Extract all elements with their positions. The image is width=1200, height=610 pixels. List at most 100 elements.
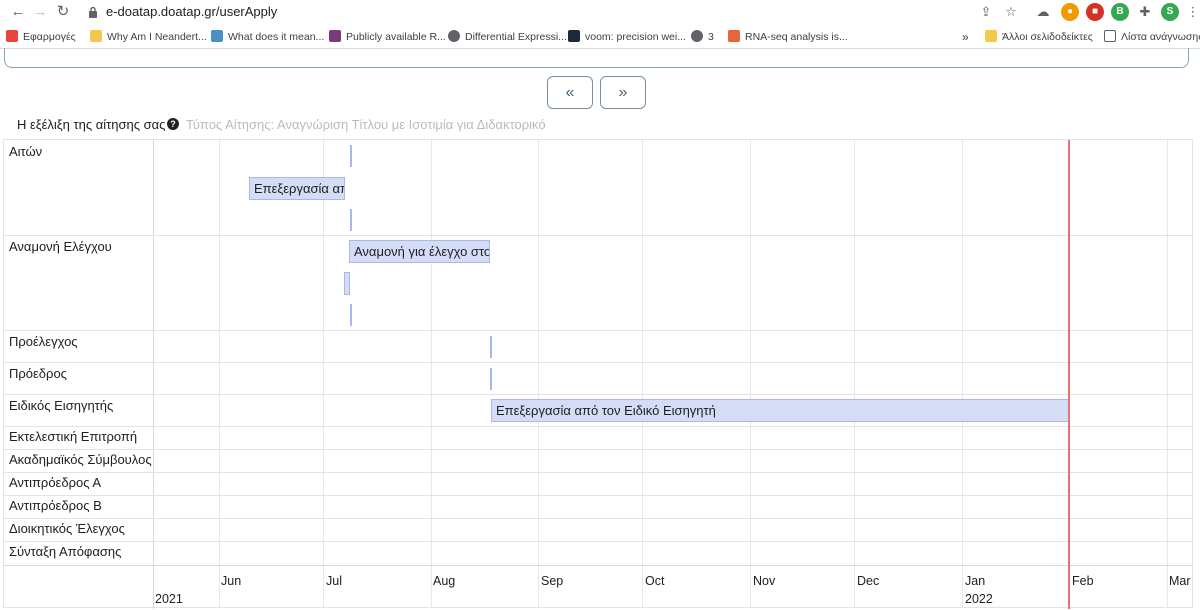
bookmark-item[interactable]: 3 xyxy=(691,29,714,45)
month-gridline xyxy=(431,140,432,609)
forward-icon[interactable]: → xyxy=(30,2,50,22)
month-label: Feb xyxy=(1072,574,1094,588)
row-label-administrative-check: Διοικητικός Έλεγχος xyxy=(9,521,125,536)
month-gridline xyxy=(219,140,220,609)
reading-list[interactable]: Λίστα ανάγνωσης xyxy=(1104,29,1200,45)
bookmark-item[interactable]: RNA-seq analysis is... xyxy=(728,29,848,45)
back-icon[interactable]: ← xyxy=(8,2,28,22)
month-label: Jun xyxy=(221,574,242,588)
reload-icon[interactable]: ↻ xyxy=(53,2,73,22)
share-icon[interactable]: ⇪ xyxy=(977,3,995,21)
profile-avatar[interactable]: S xyxy=(1161,3,1179,21)
month-label: Jul xyxy=(326,574,342,588)
month-label: Mar xyxy=(1169,574,1191,588)
apps-grid-icon xyxy=(6,30,18,42)
event-marker[interactable] xyxy=(344,272,350,295)
month-label: Dec xyxy=(857,574,880,588)
row-label-executive-committee: Εκτελεστική Επιτροπή xyxy=(9,429,138,444)
bookmark-item[interactable]: voom: precision wei... xyxy=(568,29,686,45)
month-gridline xyxy=(323,140,324,609)
f-icon xyxy=(728,30,740,42)
folder-icon xyxy=(985,30,997,42)
row-divider xyxy=(4,330,1192,331)
extension-bplus-icon[interactable]: B xyxy=(1111,3,1129,21)
axis-divider xyxy=(4,565,1192,566)
lock-icon[interactable] xyxy=(88,6,98,18)
bookmark-apps[interactable]: Εφαρμογές xyxy=(6,29,76,45)
row-divider xyxy=(4,495,1192,496)
row-divider xyxy=(4,235,1192,236)
row-divider xyxy=(4,449,1192,450)
month-gridline xyxy=(538,140,539,609)
row-divider xyxy=(4,541,1192,542)
month-gridline xyxy=(750,140,751,609)
row-label-precheck: Προέλεγχος xyxy=(9,334,78,349)
month-gridline xyxy=(1167,140,1168,609)
globe-icon xyxy=(691,30,703,42)
bookmark-item[interactable]: Why Am I Neandert... xyxy=(90,29,207,45)
timeline-header: Η εξέλιξη της αίτησης σας ? Τύπος Αίτηση… xyxy=(3,111,1193,139)
globe-icon xyxy=(448,30,460,42)
menu-kebab-icon[interactable]: ⋮ xyxy=(1184,3,1200,21)
bookmarks-bar: Εφαρμογές Why Am I Neandert... What does… xyxy=(0,25,1200,49)
row-divider xyxy=(4,472,1192,473)
timeline-panel: Η εξέλιξη της αίτησης σας ? Τύπος Αίτηση… xyxy=(3,111,1193,609)
bookmark-item[interactable]: What does it mean... xyxy=(211,29,324,45)
row-label-waiting-check: Αναμονή Ελέγχου xyxy=(9,239,112,254)
event-marker[interactable] xyxy=(350,209,352,231)
application-card xyxy=(4,48,1189,68)
row-divider xyxy=(4,394,1192,395)
month-gridline xyxy=(854,140,855,609)
timeline-bar-waiting-check[interactable]: Αναμονή για έλεγχο στο xyxy=(349,240,490,263)
row-label-president: Πρόεδρος xyxy=(9,366,67,381)
month-label: Nov xyxy=(753,574,776,588)
b-icon xyxy=(329,30,341,42)
extension-rss-icon[interactable]: ● xyxy=(1061,3,1079,21)
extensions-puzzle-icon[interactable]: ✚ xyxy=(1136,3,1154,21)
next-button[interactable]: » xyxy=(600,76,646,109)
event-marker[interactable] xyxy=(350,145,352,167)
wave-icon xyxy=(211,30,223,42)
other-bookmarks[interactable]: Άλλοι σελιδοδείκτες xyxy=(985,29,1093,45)
month-gridline xyxy=(962,140,963,609)
timeline-bar-special-rapporteur[interactable]: Επεξεργασία από τον Ειδικό Εισηγητή xyxy=(491,399,1069,422)
triangle-icon xyxy=(568,30,580,42)
month-label: Aug xyxy=(433,574,456,588)
row-label-decision-drafting: Σύνταξη Απόφασης xyxy=(9,544,122,559)
timeline-grid: Αιτών Αναμονή Ελέγχου Προέλεγχος Πρόεδρο… xyxy=(3,139,1193,609)
row-divider xyxy=(4,426,1192,427)
row-label-special-rapporteur: Ειδικός Εισηγητής xyxy=(9,398,114,413)
bookmark-item[interactable]: Differential Expressi... xyxy=(448,29,567,45)
label-divider xyxy=(153,140,154,609)
month-label: Oct xyxy=(645,574,665,588)
extension-todo-icon[interactable]: ■ xyxy=(1086,3,1104,21)
row-label-vice-president-b: Αντιπρόεδρος Β xyxy=(9,498,102,513)
row-divider xyxy=(4,362,1192,363)
month-label: Sep xyxy=(541,574,564,588)
bookmark-star-icon[interactable]: ☆ xyxy=(1002,3,1020,21)
row-label-applicant: Αιτών xyxy=(9,144,43,159)
timeline-title: Η εξέλιξη της αίτησης σας xyxy=(17,117,166,132)
month-label: Jan xyxy=(965,574,986,588)
application-type: Τύπος Αίτησης: Αναγνώριση Τίτλου με Ισοτ… xyxy=(186,117,546,132)
bookmark-item[interactable]: Publicly available R... xyxy=(329,29,446,45)
current-date-line xyxy=(1068,140,1070,609)
page-icon xyxy=(90,30,102,42)
row-label-academic-advisor: Ακαδημαϊκός Σύμβουλος xyxy=(9,452,152,467)
event-marker[interactable] xyxy=(490,336,492,358)
year-label: 2022 xyxy=(965,592,993,606)
help-icon[interactable]: ? xyxy=(167,118,179,130)
month-gridline xyxy=(642,140,643,609)
reading-list-icon xyxy=(1104,30,1116,42)
cloud-extension-icon[interactable]: ☁ xyxy=(1034,3,1052,21)
bookmarks-overflow-button[interactable]: » xyxy=(962,29,969,45)
timeline-bar-applicant[interactable]: Επεξεργασία απ xyxy=(249,177,345,200)
row-label-vice-president-a: Αντιπρόεδρος Α xyxy=(9,475,102,490)
event-marker[interactable] xyxy=(350,304,352,326)
browser-toolbar: ← → ↻ e-doatap.doatap.gr/userApply ⇪ ☆ ☁… xyxy=(0,0,1200,25)
event-marker[interactable] xyxy=(490,368,492,390)
row-divider xyxy=(4,518,1192,519)
year-label: 2021 xyxy=(155,592,183,606)
prev-button[interactable]: « xyxy=(547,76,593,109)
address-bar[interactable]: e-doatap.doatap.gr/userApply xyxy=(106,4,277,19)
